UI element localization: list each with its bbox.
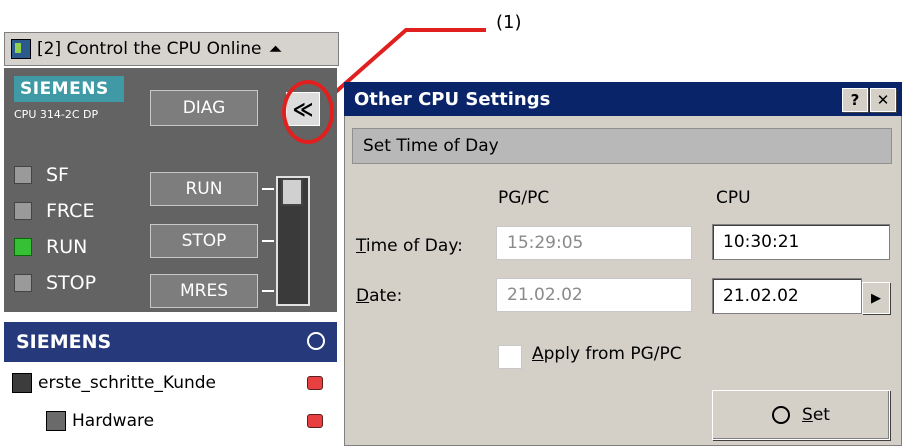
panel-title-bar[interactable]: [2] Control the CPU Online ⏶ (4, 32, 339, 66)
diag-button[interactable]: DIAG (150, 90, 258, 126)
status-offline-icon (307, 414, 323, 428)
cpu-time-input[interactable]: 10:30:21 (712, 224, 890, 260)
apply-text: pply from PG/PC (543, 344, 682, 364)
project-brand: SIEMENS (16, 331, 112, 353)
led-stop-label: STOP (46, 272, 97, 294)
close-icon[interactable]: ✕ (870, 88, 896, 112)
led-run: RUN (14, 236, 87, 258)
time-label-text: ime of Day: (365, 236, 463, 256)
led-sf-label: SF (46, 164, 69, 186)
led-frce-icon (14, 202, 32, 220)
project-icon (12, 373, 32, 393)
panel-title: [2] Control the CPU Online (37, 39, 262, 59)
cpu-date-input[interactable]: 21.02.02 (712, 278, 862, 314)
led-sf: SF (14, 164, 69, 186)
led-run-label: RUN (46, 236, 88, 258)
set-text: et (812, 405, 830, 425)
apply-checkbox[interactable] (498, 345, 522, 369)
cpu-panel-icon (11, 39, 31, 59)
mres-tick (262, 290, 274, 292)
mode-switch-knob[interactable] (281, 178, 303, 206)
led-frce-label: FRCE (46, 200, 95, 222)
led-sf-icon (14, 166, 32, 184)
apply-label[interactable]: Apply from PG/PC (532, 344, 682, 364)
chevron-up-icon[interactable]: ⏶ (269, 40, 281, 58)
run-button[interactable]: RUN (150, 172, 258, 206)
pg-date-field: 21.02.02 (496, 278, 692, 312)
date-label-text: ate: (369, 286, 403, 306)
tree-item-label: erste_schritte_Kunde (38, 373, 217, 393)
time-label: Time of Day: (356, 236, 463, 256)
project-header: SIEMENS (4, 322, 337, 362)
mres-button[interactable]: MRES (150, 274, 258, 308)
time-label-hotkey: T (356, 236, 366, 256)
set-button[interactable]: Set (712, 390, 890, 440)
tree-item-label: Hardware (72, 411, 155, 431)
globe-icon[interactable] (307, 332, 325, 350)
siemens-logo: SIEMENS (14, 76, 124, 102)
status-offline-icon (307, 376, 323, 390)
column-pgpc: PG/PC (498, 188, 550, 208)
tree-item-hardware[interactable]: Hardware (4, 404, 337, 438)
run-tick (262, 188, 274, 190)
led-stop: STOP (14, 272, 96, 294)
hardware-icon (46, 411, 66, 431)
dialog-title: Other CPU Settings (344, 82, 902, 116)
help-button[interactable]: ? (842, 88, 868, 112)
stop-tick (262, 240, 274, 242)
date-label-hotkey: D (356, 286, 370, 306)
led-run-icon (14, 238, 32, 256)
led-stop-icon (14, 274, 32, 292)
cpu-model: CPU 314-2C DP (14, 108, 99, 121)
column-cpu: CPU (716, 188, 751, 208)
led-frce: FRCE (14, 200, 94, 222)
pg-time-field: 15:29:05 (496, 226, 692, 260)
date-picker-arrow-icon[interactable]: ▶ (862, 282, 890, 314)
tree-item-project[interactable]: erste_schritte_Kunde (4, 366, 337, 400)
stop-button[interactable]: STOP (150, 224, 258, 258)
clock-icon (772, 406, 791, 424)
date-label: Date: (356, 286, 402, 306)
callout-circle (282, 80, 334, 144)
apply-hotkey: A (532, 344, 544, 364)
section-header: Set Time of Day (352, 128, 892, 164)
set-hotkey: S (802, 405, 813, 425)
